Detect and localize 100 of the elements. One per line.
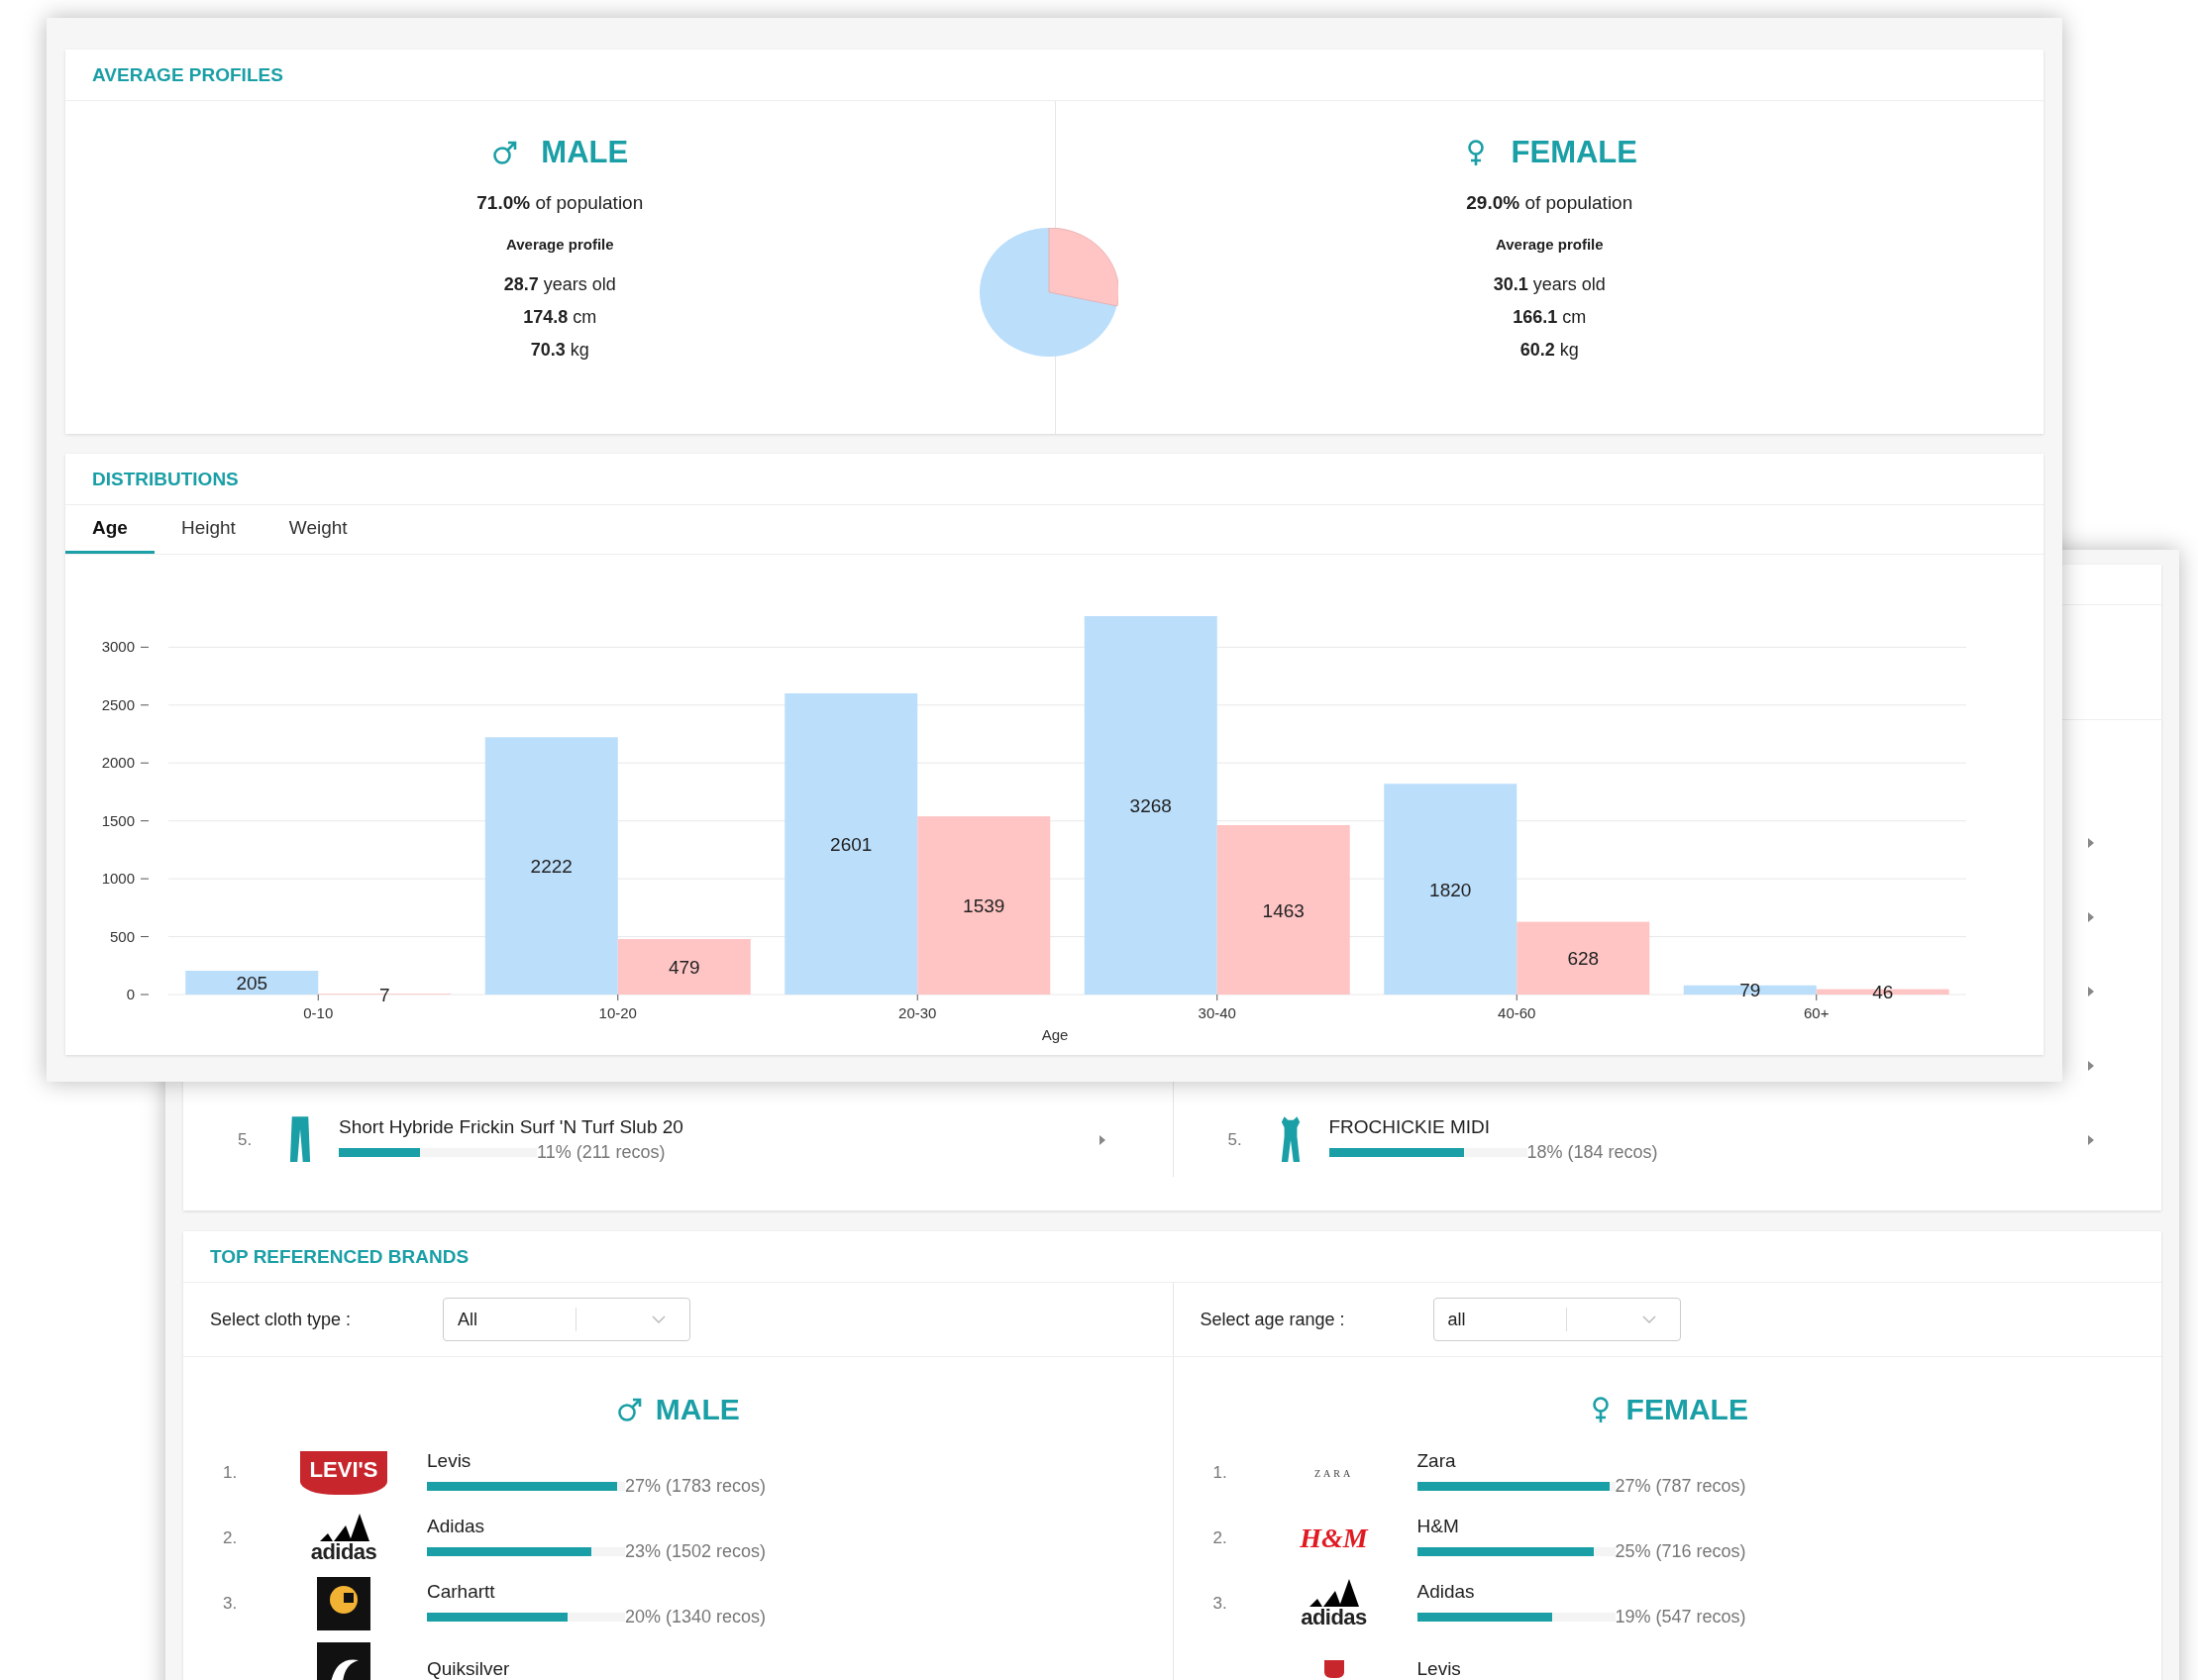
stat-value: 60.2 kg: [1519, 340, 1579, 361]
bar-value-label: 7: [378, 984, 390, 1005]
y-tick-label: 1500: [101, 811, 135, 829]
x-axis-tick: 30-40: [1198, 994, 1236, 1021]
y-tick-label: 2500: [101, 695, 135, 713]
y-tick-label: 3000: [101, 638, 135, 656]
y-tick-label: 1000: [101, 870, 135, 888]
adidas-logo: adidas: [1301, 1579, 1367, 1628]
caret-icon[interactable]: [2088, 837, 2094, 848]
brand-name: Adidas: [427, 1515, 486, 1537]
select-field[interactable]: all: [1432, 1298, 1681, 1341]
share-text: 25% (716 recos): [1615, 1540, 1746, 1562]
x-tick-label: 20-30: [898, 1004, 937, 1021]
filter-label: Select cloth type :: [210, 1309, 353, 1330]
stat-value: 30.1 years old: [1493, 274, 1606, 295]
rank-number: 1.: [223, 1463, 238, 1482]
gender-heading: FEMALE: [1625, 1393, 1748, 1426]
x-tick-label: 10-20: [598, 1004, 637, 1021]
bar-value-label: 1539: [963, 895, 1005, 917]
x-axis-title: Age: [1041, 1026, 1069, 1043]
bar-value-label: 205: [236, 973, 268, 994]
card-title: AVERAGE PROFILES: [92, 63, 283, 86]
stat-value: 28.7 years old: [503, 274, 616, 295]
tab[interactable]: Height: [154, 505, 262, 554]
population-text: 71.0% of population: [476, 192, 644, 214]
x-axis-tick: 10-20: [598, 994, 637, 1021]
adidas-logo: adidas: [310, 1514, 377, 1563]
tab[interactable]: Age: [65, 505, 155, 554]
share-text: 27% (787 recos): [1615, 1475, 1746, 1497]
share-text: 11% (211 recos): [537, 1142, 666, 1163]
caret-icon[interactable]: [1099, 1134, 1105, 1145]
product-name: FROCHICKIE MIDI: [1328, 1116, 1492, 1138]
share-text: 19% (547 recos): [1615, 1606, 1746, 1628]
bar-value-label: 479: [668, 957, 700, 978]
card-title: TOP REFERENCED BRANDS: [210, 1245, 470, 1268]
x-tick-label: 40-60: [1498, 1004, 1536, 1021]
chevron-down-icon: [1641, 1315, 1656, 1323]
bar-value-label: 79: [1739, 980, 1761, 1001]
share-text: 18% (184 recos): [1526, 1142, 1658, 1163]
tab[interactable]: Weight: [262, 505, 374, 554]
carhartt-logo: [317, 1577, 370, 1630]
bar-value-label: 2222: [530, 856, 573, 878]
share-text: 23% (1502 recos): [625, 1540, 767, 1562]
product-name: Short Hybride Frickin Surf 'N Turf Slub 20: [339, 1116, 683, 1138]
card-title: DISTRIBUTIONS: [92, 468, 239, 490]
rank-number: 2.: [1212, 1528, 1227, 1547]
y-axis-tick: 1000: [101, 870, 150, 888]
x-tick-label: 0-10: [303, 1004, 334, 1021]
select-field[interactable]: All: [443, 1298, 690, 1341]
caret-icon[interactable]: [2088, 986, 2094, 997]
caret-icon[interactable]: [2088, 911, 2094, 922]
brand-name: H&M: [1416, 1515, 1460, 1537]
rank-number: 1.: [1212, 1463, 1227, 1482]
brand-name: Quiksilver: [427, 1658, 510, 1680]
male-symbol-icon: [615, 1396, 644, 1423]
bar-value-label: 1463: [1262, 899, 1305, 921]
caret-icon[interactable]: [2088, 1060, 2094, 1071]
rank-number: 2.: [223, 1528, 238, 1547]
rank-number: 5.: [238, 1129, 254, 1150]
bar-value-label: 3268: [1129, 795, 1172, 816]
stat-value: 174.8 cm: [523, 307, 597, 328]
stat-value: 70.3 kg: [530, 340, 589, 361]
bar-value-label: 1820: [1429, 879, 1472, 900]
average-profile-label: Average profile: [1495, 236, 1604, 253]
brand-name: Levis: [427, 1449, 472, 1472]
x-tick-label: 60+: [1804, 1004, 1830, 1021]
filter-label: Select age range :: [1200, 1309, 1346, 1330]
gender-heading: FEMALE: [1511, 135, 1637, 170]
rank-number: 3.: [1212, 1594, 1227, 1613]
y-axis-tick: 1500: [101, 811, 150, 829]
gender-heading: MALE: [541, 135, 629, 170]
bar-value-label: 46: [1872, 982, 1894, 1003]
rank-number: 3.: [223, 1594, 238, 1613]
brand-name: Levis: [1416, 1658, 1461, 1680]
brand-name: Carhartt: [427, 1580, 496, 1603]
average-profile-label: Average profile: [505, 236, 614, 253]
y-axis-tick: 500: [109, 927, 150, 945]
levis-logo: [1323, 1660, 1344, 1678]
hm-logo: H&M: [1300, 1522, 1368, 1554]
x-axis-tick: 0-10: [303, 994, 334, 1021]
share-text: 27% (1783 recos): [625, 1475, 767, 1497]
zara-logo: ZARA: [1313, 1467, 1354, 1479]
bar-value-label: 2601: [830, 834, 873, 855]
y-axis-tick: 0: [126, 986, 150, 1002]
gender-heading: MALE: [655, 1393, 740, 1426]
x-axis-tick: 20-30: [898, 994, 937, 1021]
x-axis-tick: 40-60: [1498, 994, 1536, 1021]
brand-name: Adidas: [1416, 1580, 1476, 1603]
x-tick-label: 30-40: [1198, 1004, 1236, 1021]
y-tick-label: 2000: [101, 754, 135, 772]
bar-value-label: 628: [1567, 948, 1600, 970]
share-text: 20% (1340 recos): [625, 1606, 767, 1628]
chevron-down-icon: [652, 1315, 666, 1323]
y-tick-label: 0: [126, 986, 135, 1002]
caret-icon[interactable]: [2088, 1134, 2094, 1145]
y-axis-tick: 3000: [101, 638, 150, 656]
rank-number: 5.: [1227, 1129, 1243, 1150]
pants-icon: [289, 1114, 311, 1165]
y-axis-tick: 2000: [101, 754, 150, 772]
y-axis-tick: 2500: [101, 695, 150, 713]
